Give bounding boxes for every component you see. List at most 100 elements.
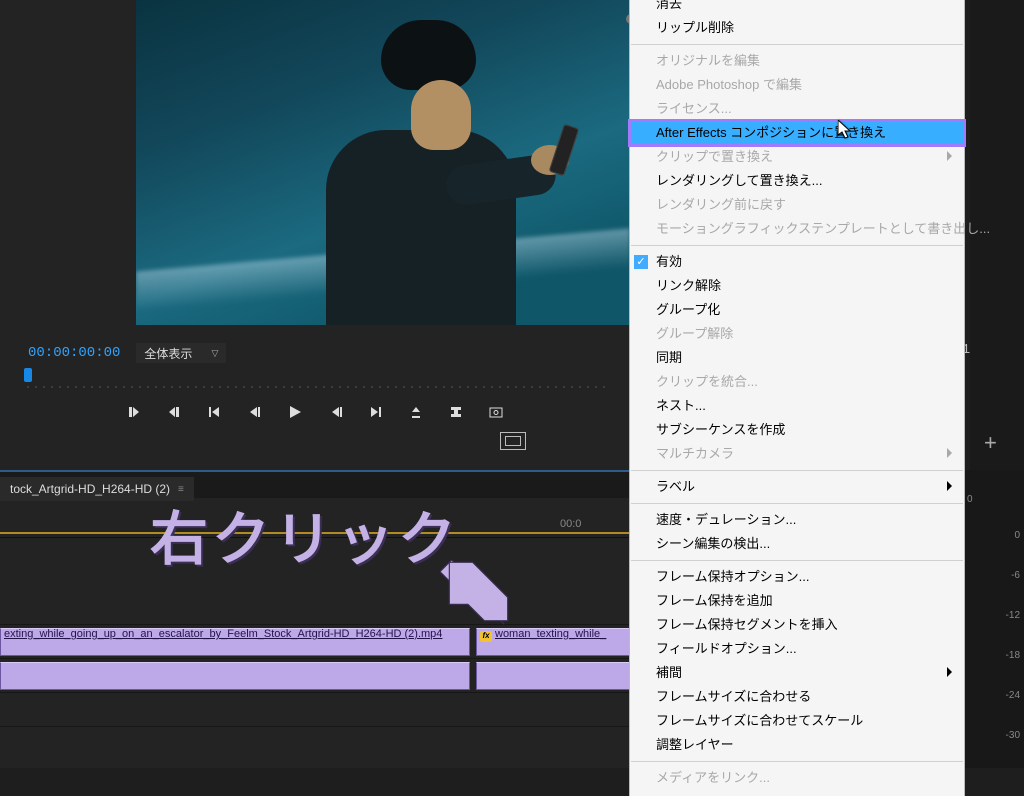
goto-out-button[interactable]	[369, 405, 383, 422]
menu-item[interactable]: リンク解除	[630, 274, 964, 298]
menu-item-label: レンダリングして置き換え...	[656, 173, 822, 188]
menu-separator	[631, 245, 963, 246]
clip-label: exting_while_going_up_on_an_escalator_by…	[4, 628, 442, 640]
menu-item-label: ラベル	[656, 479, 695, 494]
video-clip-1[interactable]: exting_while_going_up_on_an_escalator_by…	[0, 628, 470, 656]
extract-button[interactable]	[449, 405, 463, 422]
clip-label: woman_texting_while_	[495, 628, 606, 640]
menu-item-label: フィールドオプション...	[656, 641, 797, 656]
menu-item-label: サブシーケンスを作成	[656, 422, 785, 437]
add-panel-button[interactable]: +	[984, 430, 997, 456]
menu-item-label: モーショングラフィックステンプレートとして書き出し...	[656, 221, 990, 236]
menu-item-label: フレームサイズに合わせる	[656, 689, 811, 704]
menu-item-label: 速度・デュレーション...	[656, 512, 796, 527]
chevron-down-icon: ▽	[212, 348, 219, 359]
menu-item-label: クリップを統合...	[656, 374, 758, 389]
current-timecode[interactable]: 00:00:00:00	[28, 345, 120, 361]
transport-controls	[0, 398, 630, 428]
menu-item: モーショングラフィックステンプレートとして書き出し...	[630, 217, 964, 241]
submenu-arrow-icon	[947, 151, 952, 161]
menu-item[interactable]: 有効✓	[630, 250, 964, 274]
menu-item[interactable]: 同期	[630, 346, 964, 370]
submenu-arrow-icon	[947, 481, 952, 491]
export-frame-button[interactable]	[489, 405, 503, 422]
audio-meter: 0 0 -6 -12 -18 -24 -30	[960, 470, 1024, 768]
play-button[interactable]	[287, 404, 303, 423]
menu-item[interactable]: フレーム保持オプション...	[630, 565, 964, 589]
menu-item[interactable]: フレーム保持セグメントを挿入	[630, 613, 964, 637]
menu-item-label: Adobe Photoshop で編集	[656, 77, 802, 92]
menu-item[interactable]: フィールドオプション...	[630, 637, 964, 661]
menu-item[interactable]: フレームサイズに合わせる	[630, 685, 964, 709]
tab-menu-icon[interactable]: ≡	[178, 484, 184, 495]
fx-badge-icon: fx	[480, 631, 492, 642]
menu-item-label: フレームサイズに合わせてスケール	[656, 713, 863, 728]
menu-item: Adobe Photoshop で編集	[630, 73, 964, 97]
playhead-icon[interactable]	[24, 368, 32, 382]
menu-item-label: 同期	[656, 350, 682, 365]
menu-item[interactable]: フレーム保持を追加	[630, 589, 964, 613]
menu-separator	[631, 44, 963, 45]
menu-item-label: ライセンス...	[656, 101, 732, 116]
safe-margins-button[interactable]	[500, 432, 526, 450]
menu-item[interactable]: 速度・デュレーション...	[630, 508, 964, 532]
menu-item-label: グループ化	[656, 302, 720, 317]
menu-item: マルチカメラ	[630, 442, 964, 466]
menu-item-label: グループ解除	[656, 326, 733, 341]
goto-in-button[interactable]	[207, 405, 221, 422]
step-forward-button[interactable]	[329, 405, 343, 422]
menu-item[interactable]: After Effects コンポジションに置き換え	[630, 121, 964, 145]
menu-item[interactable]: 消去	[630, 0, 964, 16]
lift-button[interactable]	[409, 405, 423, 422]
menu-item[interactable]: リップル削除	[630, 16, 964, 40]
video-clip-2[interactable]: fx woman_texting_while_	[476, 628, 636, 656]
menu-separator	[631, 560, 963, 561]
scrubber-track[interactable]	[24, 384, 610, 390]
mouse-cursor-icon	[838, 120, 854, 140]
menu-item: ライセンス...	[630, 97, 964, 121]
menu-item[interactable]: レンダリングして置き換え...	[630, 169, 964, 193]
ruler-tick: 00:0	[560, 518, 581, 530]
menu-item-label: リップル削除	[656, 20, 734, 35]
menu-item-label: メディアをリンク...	[656, 770, 770, 785]
menu-item[interactable]: 調整レイヤー	[630, 733, 964, 757]
sequence-tab[interactable]: tock_Artgrid-HD_H264-HD (2) ≡	[0, 477, 194, 501]
audio-clip-2[interactable]	[476, 662, 636, 690]
menu-item[interactable]: シーン編集の検出...	[630, 532, 964, 556]
zoom-label: 全体表示	[144, 345, 192, 362]
menu-item-label: レンダリング前に戻す	[656, 197, 786, 212]
sequence-name: tock_Artgrid-HD_H264-HD (2)	[10, 482, 170, 496]
menu-item[interactable]: 補間	[630, 661, 964, 685]
menu-item[interactable]: ネスト...	[630, 394, 964, 418]
menu-item: クリップで置き換え	[630, 145, 964, 169]
menu-item-label: リンク解除	[656, 278, 721, 293]
menu-item[interactable]: フレームサイズに合わせてスケール	[630, 709, 964, 733]
menu-item-label: 消去	[656, 0, 682, 11]
check-icon: ✓	[634, 255, 648, 269]
menu-item: オリジナルを編集	[630, 49, 964, 73]
menu-item-label: 補間	[656, 665, 682, 680]
menu-item: メディアをリンク...	[630, 766, 964, 790]
menu-item[interactable]: ラベル	[630, 475, 964, 499]
video-preview	[136, 0, 630, 325]
zoom-level-select[interactable]: 全体表示 ▽	[136, 343, 226, 363]
menu-item-label: フレーム保持を追加	[656, 593, 773, 608]
menu-item-label: クリップで置き換え	[656, 149, 773, 164]
menu-item[interactable]: グループ化	[630, 298, 964, 322]
menu-item: グループ解除	[630, 322, 964, 346]
step-back-button[interactable]	[247, 405, 261, 422]
program-monitor: 00:00:00:00 全体表示 ▽ 5:11	[0, 0, 630, 470]
submenu-arrow-icon	[947, 667, 952, 677]
menu-item-label: シーン編集の検出...	[656, 536, 770, 551]
menu-separator	[631, 503, 963, 504]
menu-separator	[631, 761, 963, 762]
mark-in-button[interactable]	[127, 405, 141, 422]
audio-clip-1[interactable]	[0, 662, 470, 690]
preview-scrubber[interactable]	[24, 368, 620, 392]
menu-item: レンダリング前に戻す	[630, 193, 964, 217]
menu-item-label: フレーム保持オプション...	[656, 569, 809, 584]
menu-item-label: オリジナルを編集	[656, 53, 760, 68]
menu-item-label: マルチカメラ	[656, 446, 734, 461]
mark-out-button[interactable]	[167, 405, 181, 422]
menu-item[interactable]: サブシーケンスを作成	[630, 418, 964, 442]
